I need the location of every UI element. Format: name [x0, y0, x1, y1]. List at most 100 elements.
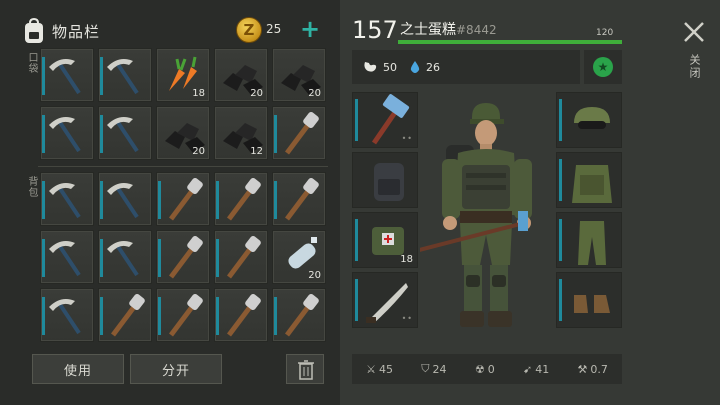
inventory-slot-pickaxe[interactable] — [98, 230, 152, 284]
xp-bar — [398, 40, 622, 44]
equip-slot-sledgehammer[interactable]: •• — [352, 92, 418, 148]
backpack-icon — [25, 18, 43, 43]
inventory-slot-torch[interactable] — [98, 288, 152, 342]
player-id: #8442 — [456, 23, 497, 37]
boots-icon — [574, 295, 610, 313]
inventory-header: 物品栏 — [22, 16, 100, 46]
inventory-slot-pickaxe[interactable] — [40, 172, 94, 226]
character-model — [420, 103, 532, 327]
torch-icon — [169, 236, 203, 279]
shield-icon: ⛉ — [421, 362, 430, 375]
add-coins-button[interactable]: + — [300, 16, 320, 42]
item-quantity: 12 — [250, 146, 263, 157]
equip-slot-backpack[interactable] — [352, 152, 418, 208]
inventory-title: 物品栏 — [52, 22, 101, 41]
use-button[interactable]: 使用 — [32, 354, 124, 384]
inventory-slot-torch[interactable] — [272, 106, 326, 160]
torch-icon — [285, 294, 319, 337]
item-quantity: 20 — [308, 88, 321, 99]
inventory-slot-pickaxe[interactable] — [40, 288, 94, 342]
item-status-dots: •• — [401, 314, 413, 323]
xp-bar-fill — [398, 40, 622, 44]
inventory-slot-pickaxe[interactable] — [40, 230, 94, 284]
inventory-slot-torch[interactable] — [156, 172, 210, 226]
inventory-slot-pickaxe[interactable] — [98, 172, 152, 226]
water-value: 26 — [426, 60, 440, 74]
swing-icon: ⚒ — [577, 362, 588, 376]
close-label[interactable]: 关闭 — [686, 54, 702, 80]
damage-value: 45 — [379, 362, 394, 376]
pocket-label: 口袋 — [26, 52, 37, 74]
inventory-slot-torch[interactable] — [156, 230, 210, 284]
combat-stats: ⚔ 45 ⛉ 24 ☢ 0 ➹ 41 ⚒ 0.7 — [352, 354, 622, 384]
inventory-slot-torch[interactable] — [214, 230, 268, 284]
radiation-value: 0 — [487, 362, 495, 376]
player-name: 之士蛋糕#8442 — [400, 19, 497, 39]
cap-goggles-icon — [574, 107, 610, 129]
runner-icon: ➹ — [522, 362, 533, 376]
inventory-slot-coal[interactable]: 12 — [214, 106, 268, 160]
close-button[interactable] — [680, 18, 708, 46]
pickaxe-icon — [49, 241, 81, 277]
equip-slot-medkit-bag[interactable]: 18 — [352, 212, 418, 268]
equip-slot-machete[interactable]: •• — [352, 272, 418, 328]
camo-pants-icon — [578, 221, 606, 265]
perks-button[interactable]: ★ — [584, 50, 622, 84]
trash-icon — [298, 360, 314, 380]
torch-icon — [227, 236, 261, 279]
armor-stat: ⛉ 24 — [421, 362, 446, 376]
radiation-stat: ☢ 0 — [475, 363, 495, 376]
item-status-dots: •• — [401, 134, 413, 143]
speed-stat: ➹ 41 — [523, 363, 549, 376]
inventory-slot-torch[interactable] — [272, 288, 326, 342]
inventory-slot-pickaxe[interactable] — [40, 48, 94, 102]
pickaxe-icon — [49, 299, 81, 335]
pickaxe-icon — [49, 117, 81, 153]
inventory-slot-coal[interactable]: 20 — [214, 48, 268, 102]
item-quantity: 20 — [250, 88, 263, 99]
player-level: 157 — [352, 16, 398, 44]
star-icon: ★ — [593, 57, 613, 77]
equip-slot-camo-pants[interactable] — [556, 212, 622, 268]
torch-icon — [285, 112, 319, 155]
inventory-slot-torch[interactable] — [272, 172, 326, 226]
pickaxe-icon — [107, 241, 139, 277]
backpack-icon — [374, 163, 404, 201]
pickaxe-icon — [107, 183, 139, 219]
coin-count: 25 — [266, 22, 282, 36]
equip-slot-cap-goggles[interactable] — [556, 92, 622, 148]
split-button[interactable]: 分开 — [130, 354, 222, 384]
inventory-slot-pickaxe[interactable] — [98, 48, 152, 102]
trash-button[interactable] — [286, 354, 324, 384]
attack-speed-value: 0.7 — [590, 362, 608, 376]
item-quantity: 20 — [192, 146, 205, 157]
inventory-slot-carrot[interactable]: 18 — [156, 48, 210, 102]
inventory-slot-torch[interactable] — [156, 288, 210, 342]
inventory-slot-water-bottle[interactable]: 20 — [272, 230, 326, 284]
sword-icon: ⚔ — [366, 362, 377, 376]
inventory-slot-coal[interactable]: 20 — [272, 48, 326, 102]
pickaxe-icon — [49, 59, 81, 95]
item-quantity: 20 — [308, 270, 321, 281]
stomach-icon — [364, 62, 377, 72]
torch-icon — [169, 178, 203, 221]
torch-icon — [227, 294, 261, 337]
equip-slot-boots[interactable] — [556, 272, 622, 328]
pickaxe-icon — [49, 183, 81, 219]
torch-icon — [227, 178, 261, 221]
inventory-slot-pickaxe[interactable] — [40, 106, 94, 160]
pickaxe-icon — [107, 117, 139, 153]
equip-slot-camo-vest[interactable] — [556, 152, 622, 208]
inventory-slot-torch[interactable] — [214, 288, 268, 342]
radiation-icon: ☢ — [474, 362, 485, 376]
item-quantity: 18 — [400, 254, 413, 265]
camo-vest-icon — [572, 165, 612, 203]
section-divider — [38, 166, 328, 167]
inventory-slot-torch[interactable] — [214, 172, 268, 226]
water-stat: 26 — [409, 60, 440, 74]
torch-icon — [285, 178, 319, 221]
coin-icon: Z — [236, 17, 262, 43]
inventory-slot-pickaxe[interactable] — [98, 106, 152, 160]
attack-speed-stat: ⚒ 0.7 — [577, 363, 607, 376]
inventory-slot-coal[interactable]: 20 — [156, 106, 210, 160]
